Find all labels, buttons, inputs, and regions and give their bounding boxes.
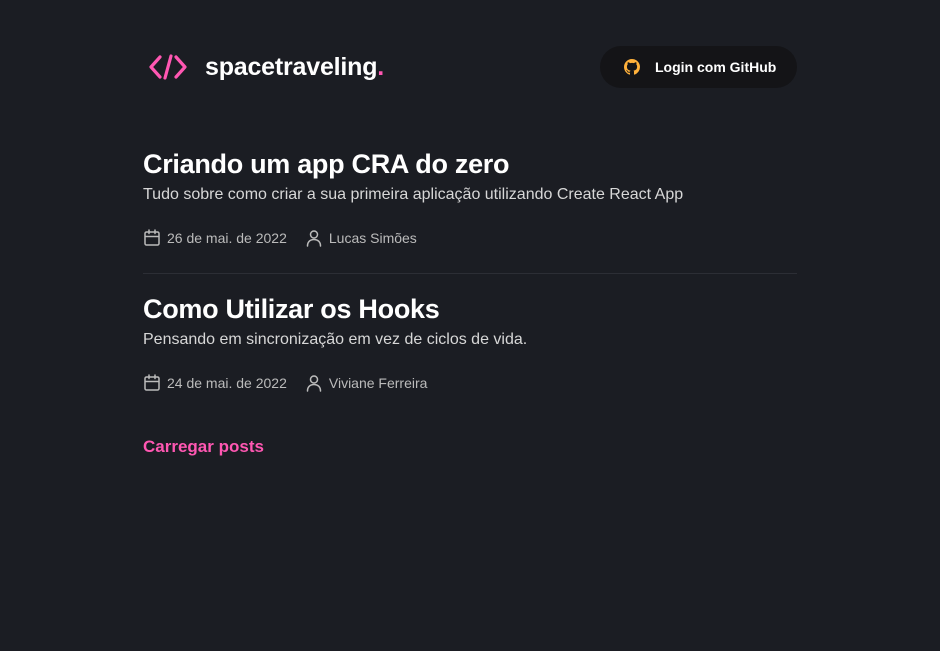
calendar-icon <box>144 229 160 246</box>
post-date: 24 de mai. de 2022 <box>143 374 287 392</box>
site-logo[interactable]: spacetraveling. <box>148 53 384 81</box>
post-author-text: Viviane Ferreira <box>328 375 428 391</box>
post-date: 26 de mai. de 2022 <box>143 229 287 247</box>
logo-dot: . <box>377 53 385 81</box>
post-title[interactable]: Como Utilizar os Hooks <box>143 293 797 325</box>
post-subtitle: Tudo sobre como criar a sua primeira apl… <box>143 186 684 203</box>
post-author-text: Lucas Simões <box>328 230 417 246</box>
login-github-button[interactable]: Login com GitHub <box>600 46 797 88</box>
post-title[interactable]: Criando um app CRA do zero <box>143 148 797 180</box>
load-more-button[interactable]: Carregar posts <box>143 437 264 457</box>
post-date-text: 26 de mai. de 2022 <box>167 230 287 246</box>
post-subtitle: Pensando em sincronização em vez de cicl… <box>143 331 528 348</box>
post-item[interactable]: Criando um app CRA do zero Tudo sobre co… <box>143 148 797 247</box>
site-header: spacetraveling. Login com GitHub <box>143 44 797 88</box>
post-meta: 26 de mai. de 2022 Lucas Simões <box>143 228 417 248</box>
post-date-text: 24 de mai. de 2022 <box>167 375 287 391</box>
post-divider <box>143 273 797 274</box>
post-item[interactable]: Como Utilizar os Hooks Pensando em sincr… <box>143 293 797 392</box>
post-author: Lucas Simões <box>305 229 417 247</box>
user-icon <box>306 230 322 247</box>
post-author: Viviane Ferreira <box>305 374 428 392</box>
logo-text: spacetraveling. <box>205 53 384 81</box>
logo-wordmark: spacetraveling <box>205 53 378 81</box>
calendar-icon <box>144 374 160 391</box>
github-icon <box>624 59 640 75</box>
post-meta: 24 de mai. de 2022 Viviane Ferreira <box>143 373 427 393</box>
login-label: Login com GitHub <box>655 59 777 75</box>
user-icon <box>306 375 322 392</box>
code-brackets-icon <box>149 54 187 80</box>
